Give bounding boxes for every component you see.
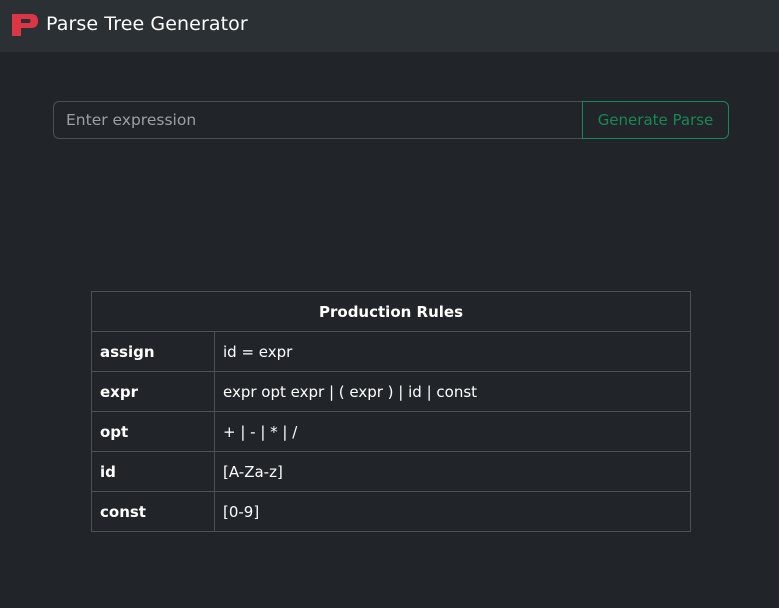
rule-definition: [0-9] — [214, 491, 691, 532]
rule-name: expr — [91, 371, 215, 412]
rule-definition: id = expr — [214, 331, 691, 372]
rule-definition: expr opt expr | ( expr ) | id | const — [214, 371, 691, 412]
rule-name: opt — [91, 411, 215, 452]
generate-parse-button[interactable]: Generate Parse — [582, 101, 729, 139]
table-header-row: Production Rules — [91, 291, 691, 332]
table-row: const [0-9] — [91, 491, 691, 532]
table-row: id [A-Za-z] — [91, 451, 691, 492]
rule-definition: + | - | * | / — [214, 411, 691, 452]
expression-form: Generate Parse — [53, 101, 729, 139]
production-rules-table: Production Rules assign id = expr expr e… — [91, 291, 691, 532]
expression-input[interactable] — [53, 101, 582, 139]
navbar: Parse Tree Generator — [0, 0, 779, 52]
rule-name: const — [91, 491, 215, 532]
table-row: opt + | - | * | / — [91, 411, 691, 452]
rule-name: id — [91, 451, 215, 492]
rule-definition: [A-Za-z] — [214, 451, 691, 492]
table-row: expr expr opt expr | ( expr ) | id | con… — [91, 371, 691, 412]
rule-name: assign — [91, 331, 215, 372]
table-row: assign id = expr — [91, 331, 691, 372]
app-title[interactable]: Parse Tree Generator — [46, 13, 248, 35]
table-header: Production Rules — [91, 291, 691, 332]
p-logo-icon[interactable] — [12, 14, 38, 36]
